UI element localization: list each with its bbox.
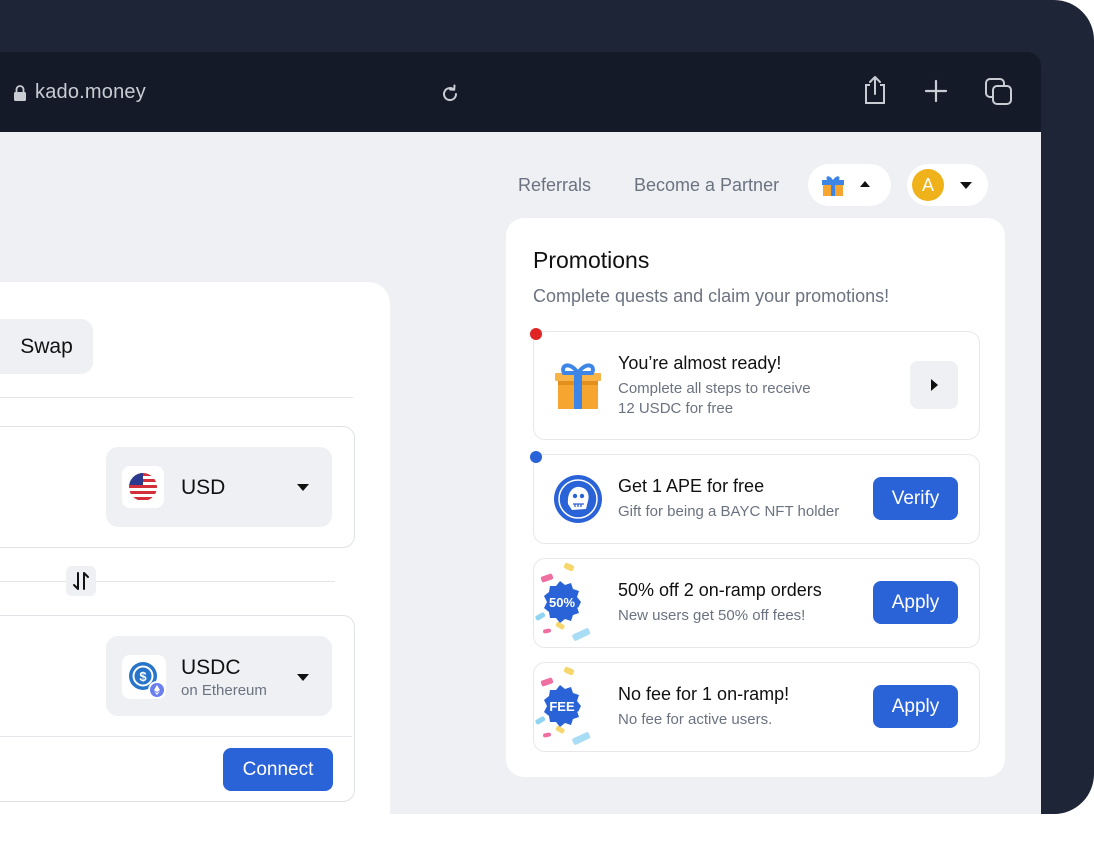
fee-badge-icon: FEE: [535, 666, 591, 745]
share-icon[interactable]: [862, 74, 888, 106]
promo-desc: Gift for being a BAYC NFT holder: [618, 503, 840, 520]
gift-icon: [822, 176, 844, 196]
promo-title: 50% off 2 on-ramp orders: [618, 580, 822, 600]
unread-dot: [530, 328, 542, 340]
promotions-title: Promotions: [533, 247, 650, 273]
chevron-down-icon: [297, 674, 309, 681]
tabs-icon[interactable]: [984, 77, 1014, 107]
chevron-right-icon: [931, 379, 938, 391]
tab-swap[interactable]: Swap: [0, 319, 93, 374]
badge-label: 50%: [549, 595, 575, 610]
gift-box-icon: [555, 363, 601, 409]
apply-button[interactable]: Apply: [873, 581, 958, 624]
chevron-down-icon: [297, 484, 309, 491]
to-network-label: on Ethereum: [181, 682, 267, 699]
chevron-down-icon: [960, 182, 972, 189]
promo-title: No fee for 1 on-ramp!: [618, 684, 790, 704]
promo-desc: New users get 50% off fees!: [618, 607, 806, 624]
avatar[interactable]: A: [912, 169, 944, 201]
divider: [0, 736, 352, 737]
swap-direction-button[interactable]: [66, 566, 96, 596]
promo-title: You’re almost ready!: [618, 353, 782, 373]
us-flag-icon: [122, 466, 164, 508]
new-tab-icon[interactable]: [923, 78, 949, 104]
reload-icon[interactable]: [438, 82, 462, 106]
promo-open-button[interactable]: [910, 361, 958, 409]
connect-button[interactable]: Connect: [223, 748, 333, 791]
verify-button[interactable]: Verify: [873, 477, 958, 520]
usdc-icon: $: [122, 655, 166, 699]
divider: [0, 397, 353, 398]
promo-title: Get 1 APE for free: [618, 476, 765, 496]
svg-text:$: $: [139, 669, 147, 684]
nav-referrals[interactable]: Referrals: [518, 175, 591, 196]
promotions-subtitle: Complete quests and claim your promotion…: [533, 286, 890, 306]
from-currency-label: USD: [181, 476, 226, 499]
promo-desc: No fee for active users.: [618, 711, 773, 728]
promo-desc: 12 USDC for free: [618, 400, 734, 417]
to-currency-label: USDC: [181, 656, 241, 679]
lock-icon: [14, 85, 26, 101]
discount-50-badge-icon: 50%: [535, 562, 591, 641]
unread-dot: [530, 451, 542, 463]
swap-arrows-icon: [73, 572, 89, 590]
apply-button[interactable]: Apply: [873, 685, 958, 728]
bayc-ape-icon: [554, 475, 602, 523]
promo-desc: Complete all steps to receive: [618, 380, 811, 397]
nav-become-partner[interactable]: Become a Partner: [634, 175, 779, 196]
chevron-up-icon: [860, 181, 870, 187]
badge-label: FEE: [549, 699, 575, 714]
url-text[interactable]: kado.money: [35, 81, 146, 104]
divider: [0, 581, 335, 582]
